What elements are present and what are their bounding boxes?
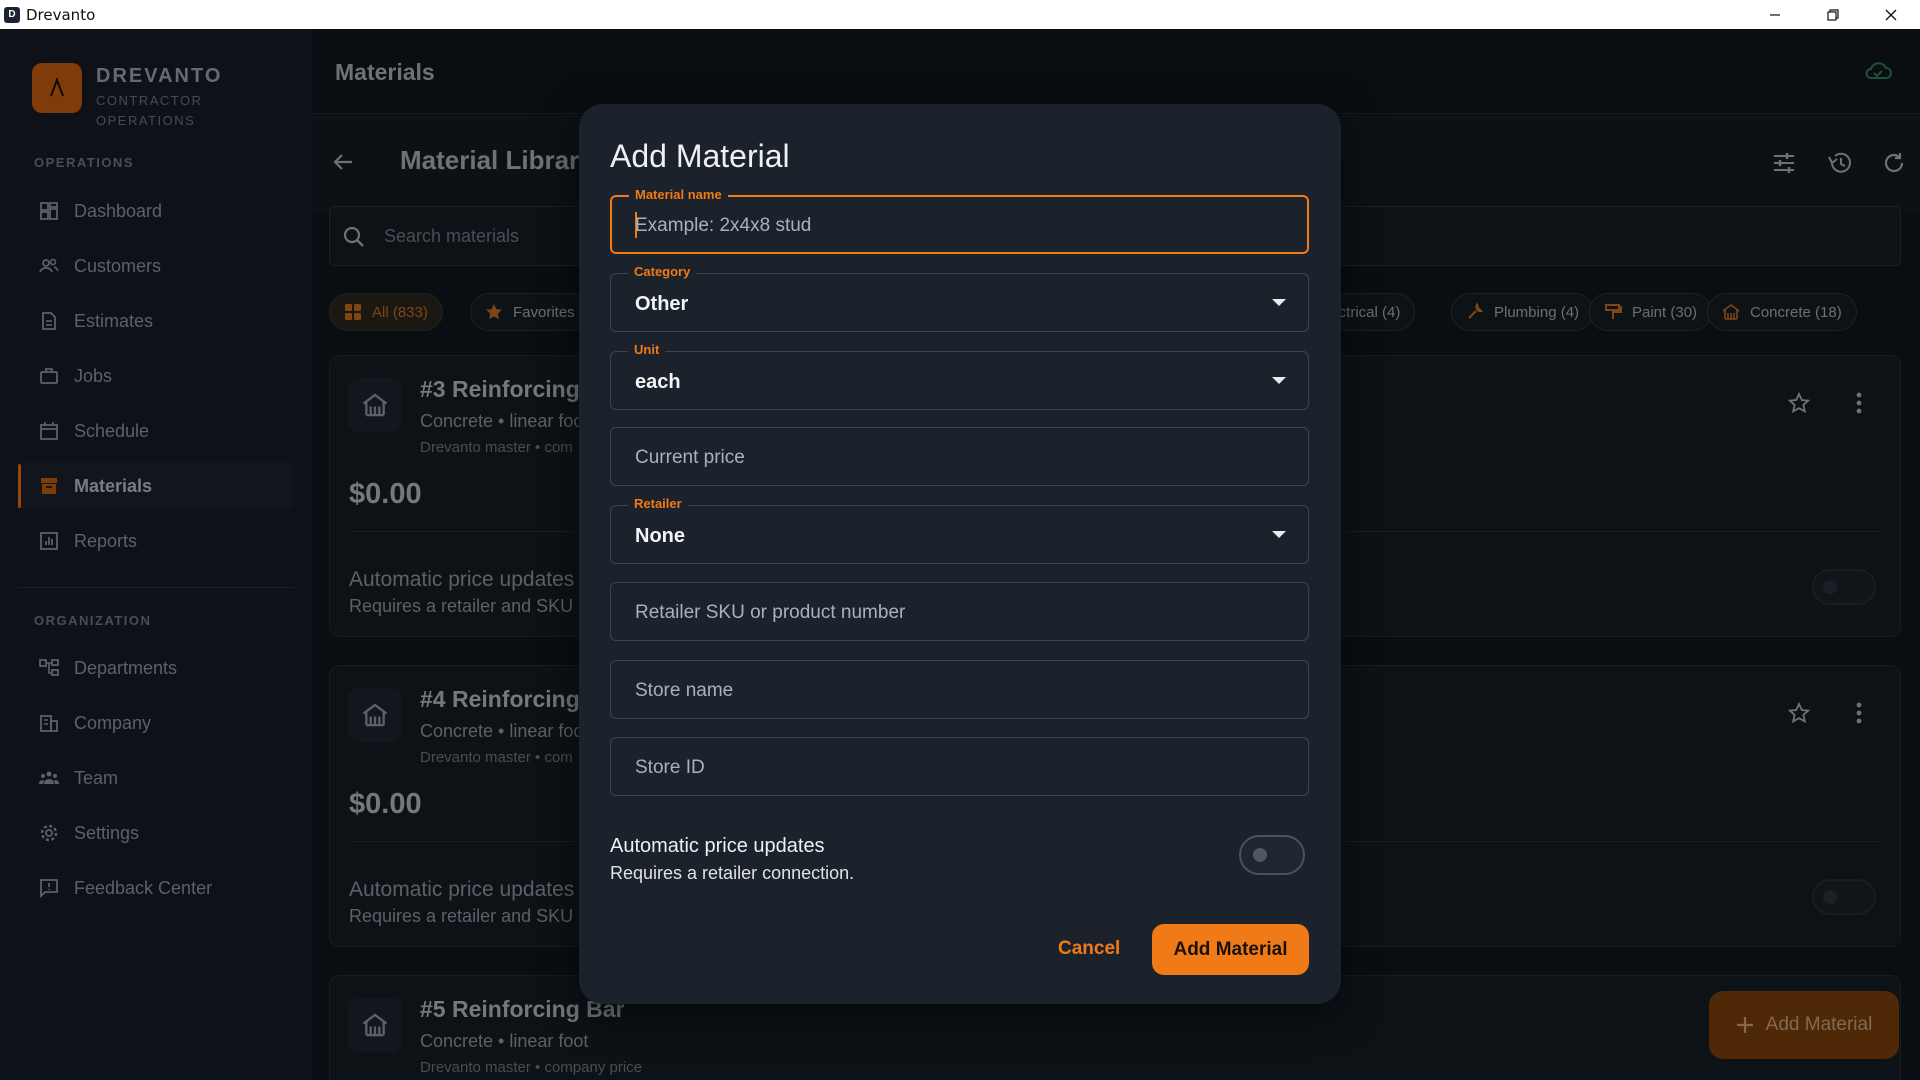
category-value: Other	[635, 293, 689, 315]
unit-select[interactable]: Unit each	[610, 342, 1309, 410]
store-name-placeholder: Store name	[635, 680, 734, 701]
minimize-button[interactable]	[1746, 0, 1804, 29]
window-title-bar: D Drevanto	[0, 0, 1920, 29]
cancel-button[interactable]: Cancel	[1058, 938, 1120, 960]
retailer-select[interactable]: Retailer None	[610, 496, 1309, 564]
auto-updates-label: Automatic price updates	[610, 835, 825, 857]
retailer-label: Retailer	[628, 496, 688, 512]
retailer-value: None	[635, 525, 685, 547]
close-window-button[interactable]	[1862, 0, 1920, 29]
current-price-field[interactable]: Current price	[610, 427, 1309, 486]
window-title: Drevanto	[26, 5, 96, 24]
material-name-label: Material name	[629, 187, 728, 203]
material-name-field[interactable]: Material name Example: 2x4x8 stud	[610, 187, 1309, 254]
store-name-field[interactable]: Store name	[610, 660, 1309, 719]
auto-updates-toggle[interactable]	[1239, 835, 1305, 875]
add-material-dialog: Add Material Material name Example: 2x4x…	[579, 104, 1341, 1004]
app-icon: D	[4, 6, 20, 23]
unit-label: Unit	[628, 342, 666, 358]
store-id-placeholder: Store ID	[635, 757, 705, 778]
dialog-title: Add Material	[610, 138, 790, 174]
retailer-sku-field[interactable]: Retailer SKU or product number	[610, 582, 1309, 641]
store-id-field[interactable]: Store ID	[610, 737, 1309, 796]
category-select[interactable]: Category Other	[610, 264, 1309, 332]
unit-value: each	[635, 371, 681, 393]
add-material-button[interactable]: Add Material	[1152, 924, 1309, 975]
material-name-placeholder: Example: 2x4x8 stud	[635, 215, 812, 236]
dropdown-arrow-icon	[1272, 377, 1286, 384]
retailer-sku-placeholder: Retailer SKU or product number	[635, 602, 906, 623]
auto-updates-requirement: Requires a retailer connection.	[610, 863, 855, 883]
close-icon	[1885, 9, 1897, 20]
dropdown-arrow-icon	[1272, 299, 1286, 306]
minimize-icon	[1770, 13, 1780, 16]
category-label: Category	[628, 264, 697, 280]
dropdown-arrow-icon	[1272, 531, 1286, 538]
restore-button[interactable]	[1804, 0, 1862, 29]
current-price-placeholder: Current price	[635, 447, 745, 468]
restore-icon	[1827, 8, 1839, 21]
